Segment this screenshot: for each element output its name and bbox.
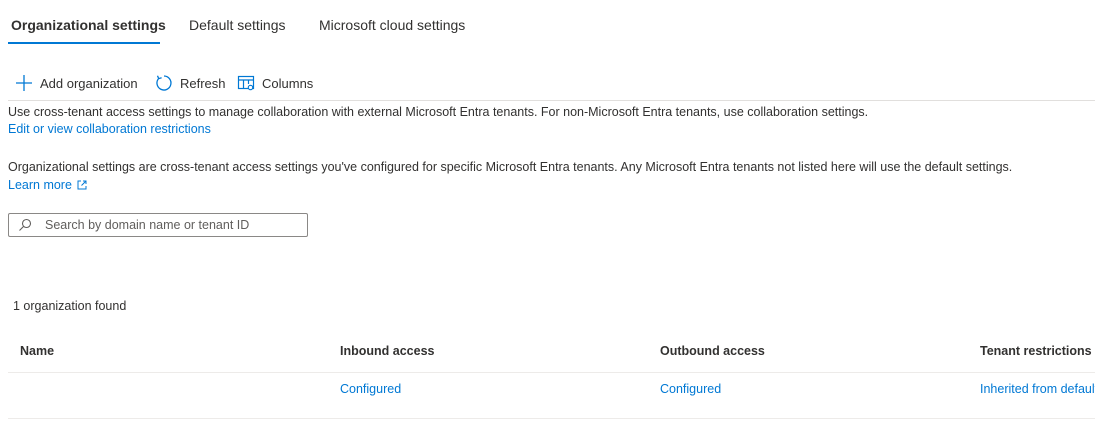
columns-button[interactable]: Columns: [237, 72, 313, 94]
table-row-divider: [8, 418, 1095, 419]
external-link-icon: [77, 179, 87, 193]
plus-icon: [15, 74, 33, 92]
learn-more-label: Learn more: [8, 178, 72, 192]
cross-tenant-access-page: Organizational settings Default settings…: [0, 0, 1095, 444]
settings-tabs: Organizational settings Default settings…: [0, 0, 1095, 46]
results-count: 1 organization found: [13, 299, 127, 313]
table-header-divider: [8, 372, 1095, 373]
search-box[interactable]: [8, 213, 308, 237]
column-header-tenant-restrictions[interactable]: Tenant restrictions: [980, 344, 1092, 358]
collaboration-restrictions-link[interactable]: Edit or view collaboration restrictions: [8, 122, 211, 136]
toolbar-divider: [8, 100, 1095, 101]
refresh-label: Refresh: [180, 75, 226, 91]
intro-description: Use cross-tenant access settings to mana…: [8, 105, 869, 119]
tab-organizational-settings[interactable]: Organizational settings: [11, 17, 166, 33]
column-header-outbound-access[interactable]: Outbound access: [660, 344, 765, 358]
refresh-icon: [155, 74, 173, 92]
search-input[interactable]: [45, 214, 300, 236]
org-settings-description: Organizational settings are cross-tenant…: [8, 160, 1013, 174]
search-icon: [18, 218, 32, 237]
refresh-button[interactable]: Refresh: [155, 72, 226, 94]
tab-default-settings[interactable]: Default settings: [189, 17, 286, 33]
columns-icon: [237, 74, 255, 92]
active-tab-indicator: [8, 42, 160, 44]
add-organization-label: Add organization: [40, 75, 138, 91]
inbound-access-link[interactable]: Configured: [340, 382, 401, 396]
tenant-restrictions-link[interactable]: Inherited from default: [980, 382, 1095, 396]
add-organization-button[interactable]: Add organization: [15, 72, 138, 94]
learn-more-link[interactable]: Learn more: [8, 178, 87, 193]
column-header-name[interactable]: Name: [20, 344, 54, 358]
outbound-access-link[interactable]: Configured: [660, 382, 721, 396]
columns-label: Columns: [262, 75, 314, 91]
redacted-organization-name: [188, 378, 258, 386]
tab-microsoft-cloud-settings[interactable]: Microsoft cloud settings: [319, 17, 465, 33]
column-header-inbound-access[interactable]: Inbound access: [340, 344, 434, 358]
